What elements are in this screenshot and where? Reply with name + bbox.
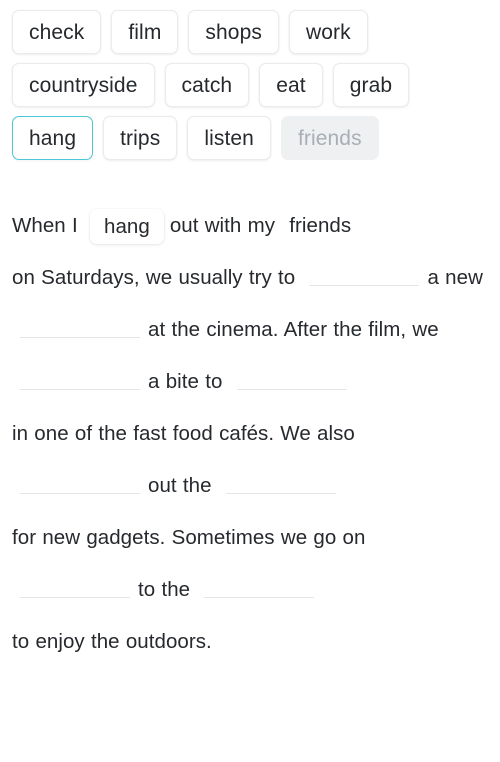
exercise-page: check film shops work countryside catch eat gra…	[0, 0, 500, 762]
word-chip-work[interactable]: work	[288, 10, 368, 54]
passage-text: for new gadgets. Sometimes we go on	[12, 526, 366, 549]
blank-3[interactable]	[20, 360, 140, 390]
passage-text: When I	[12, 214, 78, 237]
passage-text: out the	[148, 474, 212, 497]
blank-5[interactable]	[20, 464, 140, 494]
word-chip-shops[interactable]: shops	[188, 10, 279, 54]
passage-text: at the cinema. After the film, we	[148, 318, 439, 341]
blank-4[interactable]	[236, 360, 347, 390]
word-chip-grab[interactable]: grab	[332, 63, 410, 107]
word-chip-listen[interactable]: listen	[187, 116, 271, 160]
word-bank: check film shops work countryside catch eat gra…	[12, 6, 488, 160]
passage-text: in one of the fast food cafés. We also	[12, 422, 355, 445]
blank-2[interactable]	[20, 308, 140, 338]
passage-text: on Saturdays, we usually try to	[12, 266, 296, 289]
word-chip-trips[interactable]: trips	[103, 116, 178, 160]
passage-text: out with my	[169, 214, 276, 237]
blank-7[interactable]	[20, 568, 130, 598]
passage-text: a bite to	[148, 370, 223, 393]
placed-word[interactable]: friends	[289, 200, 351, 252]
word-chip-hang[interactable]: hang	[12, 116, 94, 160]
word-chip-friends: friends	[280, 116, 379, 160]
word-chip-catch[interactable]: catch	[164, 63, 250, 107]
word-chip-eat[interactable]: eat	[259, 63, 323, 107]
passage-text: to the	[138, 578, 191, 601]
cloze-passage: When I hang out with my friends on Saturda…	[12, 200, 488, 668]
blank-8[interactable]	[204, 568, 315, 598]
filled-answer[interactable]: hang	[90, 208, 164, 245]
blank-1[interactable]	[309, 256, 420, 286]
word-chip-check[interactable]: check	[12, 10, 102, 54]
passage-text: a new	[427, 266, 483, 289]
word-chip-film[interactable]: film	[111, 10, 179, 54]
blank-6[interactable]	[225, 464, 336, 494]
word-chip-countryside[interactable]: countryside	[12, 63, 155, 107]
passage-text: to enjoy the outdoors.	[12, 630, 212, 653]
